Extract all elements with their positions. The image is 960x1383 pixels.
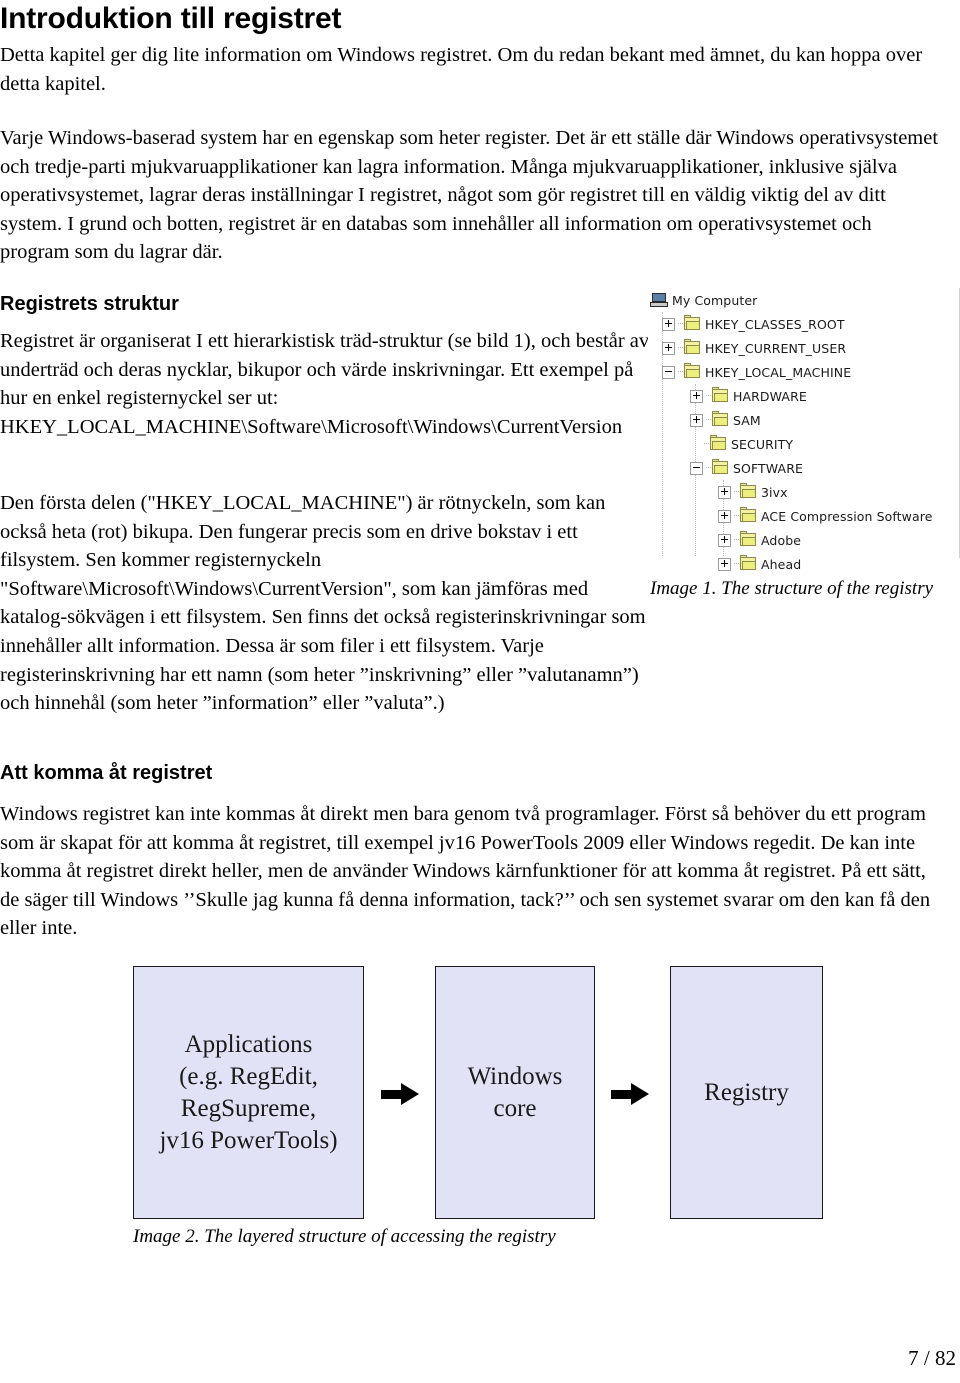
tree-node-label: SAM xyxy=(733,412,761,428)
tree-node-security[interactable]: SECURITY xyxy=(648,432,953,456)
folder-icon xyxy=(684,315,701,331)
accessing-registry-paragraph: Windows registret kan inte kommas åt dir… xyxy=(0,803,931,940)
folder-icon xyxy=(740,507,757,523)
tree-connector-line xyxy=(678,323,683,325)
tree-node-label: HKEY_CURRENT_USER xyxy=(705,340,847,356)
registry-tree: My Computer HKEY_CLASSES_ROOT HKEY_CURRE… xyxy=(648,288,953,580)
tree-node-label: Ahead xyxy=(761,556,802,572)
page-number: 7 / 82 xyxy=(908,1346,956,1370)
tree-connector-line xyxy=(704,443,709,445)
tree-node-sam[interactable]: SAM xyxy=(648,408,953,432)
tree-node-label: My Computer xyxy=(672,292,758,308)
tree-connector-line xyxy=(734,515,739,517)
folder-icon xyxy=(712,459,729,475)
diagram-box-registry: Registry xyxy=(670,966,823,1219)
page-title: Introduktion till registret xyxy=(0,2,342,35)
registry-tree-figure: My Computer HKEY_CLASSES_ROOT HKEY_CURRE… xyxy=(648,288,960,580)
tree-node-hkey-classes-root[interactable]: HKEY_CLASSES_ROOT xyxy=(648,312,953,336)
tree-node-label: SECURITY xyxy=(731,436,794,452)
registry-structure-paragraph-1: Registret är organiserat I ett hierarkis… xyxy=(0,330,650,438)
diagram-box-windows-core: Windows core xyxy=(435,966,595,1219)
figure-caption-image-2: Image 2. The layered structure of access… xyxy=(133,1226,556,1247)
expand-plus-icon[interactable] xyxy=(718,485,731,499)
diagram-box-applications: Applications (e.g. RegEdit, RegSupreme, … xyxy=(133,966,364,1219)
folder-icon xyxy=(684,363,701,379)
tree-node-hkey-local-machine[interactable]: HKEY_LOCAL_MACHINE xyxy=(648,360,953,384)
folder-icon xyxy=(740,483,757,499)
tree-node-label: 3ivx xyxy=(761,484,788,500)
folder-icon xyxy=(740,531,757,547)
expand-plus-icon[interactable] xyxy=(718,509,731,523)
figure-caption-image-1: Image 1. The structure of the registry xyxy=(650,578,934,599)
arrow-right-icon xyxy=(381,1083,421,1105)
tree-node-label: HKEY_CLASSES_ROOT xyxy=(705,316,845,332)
section-heading-accessing-registry: Att komma åt registret xyxy=(0,762,213,784)
tree-connector-line xyxy=(678,347,683,349)
arrow-right-icon xyxy=(611,1083,651,1105)
tree-node-adobe[interactable]: Adobe xyxy=(648,528,953,552)
tree-node-ahead[interactable]: Ahead xyxy=(648,552,953,576)
layered-structure-figure: Applications (e.g. RegEdit, RegSupreme, … xyxy=(133,966,823,1261)
tree-connector-line xyxy=(734,491,739,493)
diagram-box-label: Windows core xyxy=(467,1062,563,1122)
tree-connector-line xyxy=(734,539,739,541)
tree-connector-line xyxy=(734,563,739,565)
expand-plus-icon[interactable] xyxy=(662,317,675,331)
collapse-minus-icon[interactable] xyxy=(690,461,703,475)
diagram-box-label: Registry xyxy=(704,1078,789,1106)
tree-node-hardware[interactable]: HARDWARE xyxy=(648,384,953,408)
tree-node-label: ACE Compression Software xyxy=(761,508,933,524)
expand-plus-icon[interactable] xyxy=(690,413,703,427)
tree-node-my-computer[interactable]: My Computer xyxy=(648,288,953,312)
expand-plus-icon[interactable] xyxy=(662,341,675,355)
expand-plus-icon[interactable] xyxy=(690,389,703,403)
tree-connector-line xyxy=(706,467,711,469)
tree-node-ace-compression-software[interactable]: ACE Compression Software xyxy=(648,504,953,528)
expand-plus-icon[interactable] xyxy=(718,557,731,571)
folder-icon xyxy=(684,339,701,355)
section-heading-registry-structure: Registrets struktur xyxy=(0,293,179,315)
folder-icon xyxy=(710,435,727,451)
folder-icon xyxy=(740,555,757,571)
folder-icon xyxy=(712,387,729,403)
diagram-box-label: Applications (e.g. RegEdit, RegSupreme, … xyxy=(159,1030,338,1154)
tree-node-label: HARDWARE xyxy=(733,388,807,404)
registry-structure-paragraph-2: Den första delen ("HKEY_LOCAL_MACHINE") … xyxy=(0,492,646,715)
overview-paragraph: Varje Windows-baserad system har en egen… xyxy=(0,127,939,264)
tree-node-label: Adobe xyxy=(761,532,802,548)
tree-node-label: HKEY_LOCAL_MACHINE xyxy=(705,364,852,380)
tree-connector-line xyxy=(706,395,711,397)
tree-connector-line xyxy=(678,371,683,373)
tree-node-label: SOFTWARE xyxy=(733,460,803,476)
tree-node-software[interactable]: SOFTWARE xyxy=(648,456,953,480)
tree-node-hkey-current-user[interactable]: HKEY_CURRENT_USER xyxy=(648,336,953,360)
expand-plus-icon[interactable] xyxy=(718,533,731,547)
tree-node-3ivx[interactable]: 3ivx xyxy=(648,480,953,504)
tree-connector-line xyxy=(706,419,711,421)
computer-icon xyxy=(650,292,668,308)
collapse-minus-icon[interactable] xyxy=(662,365,675,379)
intro-paragraph: Detta kapitel ger dig lite information o… xyxy=(0,44,923,95)
folder-icon xyxy=(712,411,729,427)
